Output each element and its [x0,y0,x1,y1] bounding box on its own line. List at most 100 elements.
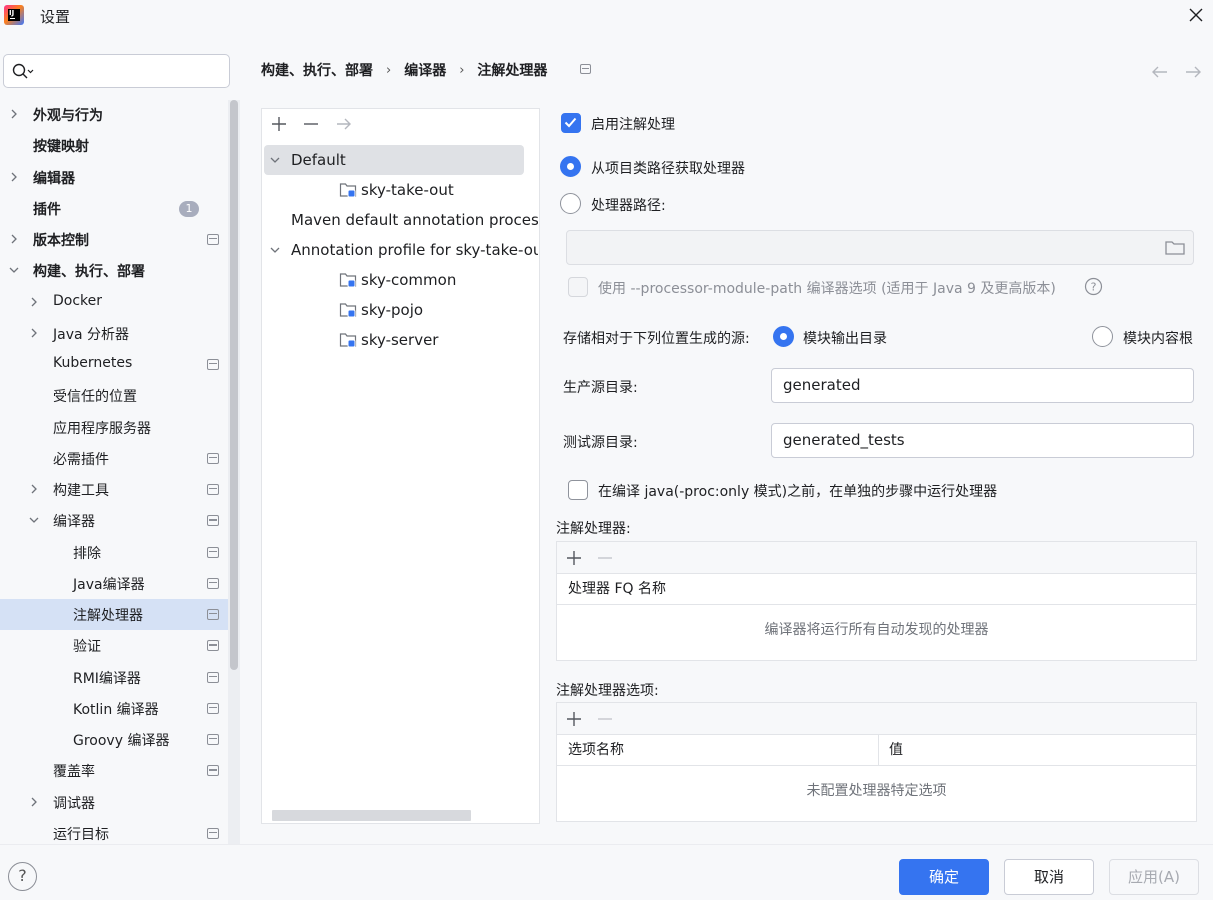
chevron-right-icon[interactable] [28,483,40,495]
move-to-icon[interactable] [334,114,354,134]
sidebar-item[interactable]: Kotlin 编译器 [0,693,228,724]
from-classpath-radio[interactable] [560,156,581,177]
back-arrow-icon[interactable] [1150,62,1170,82]
sidebar-item[interactable]: 受信任的位置 [0,380,228,411]
sidebar-item[interactable]: 版本控制 [0,224,228,255]
breadcrumb-item[interactable]: 编译器 [404,60,446,80]
tree-node[interactable]: Default [264,145,524,175]
chevron-right-icon[interactable] [28,796,40,808]
project-scope-icon [207,234,219,245]
test-dir-label: 测试源目录: [563,435,638,451]
test-dir-input[interactable]: generated_tests [771,423,1194,458]
remove-icon[interactable] [595,548,615,568]
chevron-down-icon[interactable] [269,244,281,256]
processor-path-field[interactable] [566,230,1194,265]
sidebar-item-label: 按键映射 [33,139,89,156]
processor-module-path-checkbox[interactable] [568,277,588,297]
processors-column-header[interactable]: 处理器 FQ 名称 [557,574,1196,605]
sidebar-item[interactable]: 按键映射 [0,130,228,161]
sidebar-item[interactable]: Java编译器 [0,568,228,599]
add-icon[interactable] [564,548,584,568]
sidebar-item[interactable]: 覆盖率 [0,755,228,786]
sidebar-item[interactable]: Groovy 编译器 [0,724,228,755]
sidebar-item[interactable]: 外观与行为 [0,99,228,130]
sidebar-item[interactable]: 验证 [0,630,228,661]
options-header-row: 选项名称 值 [557,735,1196,766]
sidebar-item[interactable]: RMI编译器 [0,662,228,693]
chevron-right-icon[interactable] [28,327,40,339]
close-icon[interactable] [1186,5,1206,25]
tree-node[interactable]: Annotation profile for sky-take-out [264,235,538,265]
add-icon[interactable] [269,114,289,134]
sidebar-item[interactable]: 构建、执行、部署 [0,255,228,286]
processor-module-path-label: 使用 --processor-module-path 编译器选项 (适用于 Ja… [598,281,1056,297]
help-context-icon[interactable]: ? [1084,277,1103,296]
sidebar-item[interactable]: 插件 1 [0,193,228,224]
sidebar-item-label: 构建工具 [53,483,109,499]
forward-arrow-icon[interactable] [1183,62,1203,82]
tree-node[interactable]: sky-pojo [264,295,538,325]
tree-node-label: sky-server [361,331,439,349]
sidebar-item[interactable]: 注解处理器 [0,599,240,630]
folder-browse-icon[interactable] [1164,238,1186,257]
project-scope-icon [207,671,219,683]
project-scope-icon [580,64,591,74]
processors-toolbar [557,542,1196,574]
sidebar-item[interactable]: 运行目标 [0,818,228,844]
search-input[interactable] [3,54,230,88]
apply-button[interactable]: 应用(A) [1109,859,1199,895]
enable-annotation-processing-checkbox[interactable] [561,113,581,133]
sidebar-item[interactable]: 排除 [0,537,228,568]
add-icon[interactable] [564,709,584,729]
sidebar-item[interactable]: 编译器 [0,505,228,536]
chevron-right-icon[interactable] [8,233,20,245]
chevron-right-icon[interactable] [28,296,40,308]
processor-path-radio[interactable] [560,193,581,214]
tree-node[interactable]: Maven default annotation processors prof… [264,205,538,235]
remove-icon[interactable] [301,114,321,134]
sidebar-item-label: 编辑器 [33,170,75,187]
project-scope-icon [207,765,219,777]
help-button[interactable]: ? [8,862,37,891]
chevron-down-icon[interactable] [8,264,20,276]
chevron-down-icon[interactable] [269,154,281,166]
sidebar-item-label: 外观与行为 [33,108,103,124]
module-content-root-radio[interactable] [1092,326,1113,347]
remove-icon[interactable] [595,709,615,729]
sidebar-item[interactable]: Kubernetes [0,349,228,380]
sidebar-item[interactable]: 必需插件 [0,443,228,474]
cancel-button[interactable]: 取消 [1004,859,1094,895]
project-scope-icon [207,827,219,839]
sidebar-item[interactable]: 应用程序服务器 [0,412,228,443]
sidebar-scrollbar-thumb[interactable] [230,100,238,670]
chevron-right-icon[interactable] [8,171,20,183]
tree-node[interactable]: sky-take-out [264,175,538,205]
chevron-down-icon[interactable] [28,514,40,526]
tree-horizontal-scrollbar[interactable] [272,810,471,821]
production-dir-input[interactable]: generated [771,368,1194,403]
breadcrumb-item[interactable]: 构建、执行、部署 [261,60,373,80]
intellij-logo-icon: IJ [4,5,24,25]
option-name-column-header[interactable]: 选项名称 [568,735,624,766]
sidebar-item[interactable]: Java 分析器 [0,318,228,349]
chevron-right-icon[interactable] [8,108,20,120]
ok-button[interactable]: 确定 [899,859,989,895]
column-divider [878,735,879,765]
project-scope-icon [207,452,219,464]
sidebar-item-label: Groovy 编译器 [73,733,170,749]
module-output-dir-radio[interactable] [773,326,794,347]
sidebar-item-label: 注解处理器 [73,608,143,624]
sidebar-item[interactable]: Docker [0,287,228,318]
from-classpath-label: 从项目类路径获取处理器 [591,161,745,177]
option-value-column-header[interactable]: 值 [889,735,903,766]
sidebar-item[interactable]: 编辑器 [0,162,228,193]
separate-step-checkbox[interactable] [568,480,588,500]
sidebar-item[interactable]: 调试器 [0,787,228,818]
tree-node[interactable]: sky-common [264,265,538,295]
tree-node-label: Default [291,151,346,169]
module-folder-icon [339,183,357,198]
options-title: 注解处理器选项: [556,683,659,699]
tree-node[interactable]: sky-server [264,325,538,355]
sidebar-item[interactable]: 构建工具 [0,474,228,505]
tree-node-label: sky-common [361,271,457,289]
